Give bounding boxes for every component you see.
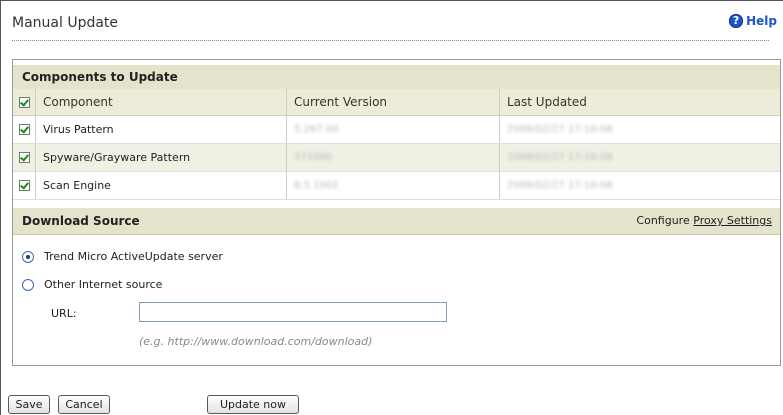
row-checkbox-cell bbox=[13, 172, 35, 199]
url-hint: (e.g. http://www.download.com/download) bbox=[139, 335, 373, 348]
row-checkbox-cell bbox=[13, 116, 35, 143]
select-all-checkbox[interactable] bbox=[18, 96, 30, 108]
other-source-label: Other Internet source bbox=[44, 278, 163, 291]
download-source-title: Download Source bbox=[22, 214, 140, 228]
column-header-component: Component bbox=[35, 89, 286, 115]
url-label: URL: bbox=[51, 307, 77, 320]
updated-value-blurred: 2008/02/27 17:16:08 bbox=[507, 180, 613, 191]
version-value-blurred: 371000 bbox=[294, 152, 333, 163]
window-top-border bbox=[0, 0, 783, 1]
row-checkbox-spyware-pattern[interactable] bbox=[18, 152, 30, 163]
version-value-blurred: 5.267.00 bbox=[294, 124, 339, 135]
components-section-title: Components to Update bbox=[22, 70, 178, 84]
help-label: Help bbox=[746, 14, 777, 28]
title-divider bbox=[12, 40, 769, 41]
page-title: Manual Update bbox=[12, 15, 119, 31]
last-updated: 2008/02/27 17:16:08 bbox=[499, 144, 780, 171]
window-left-border bbox=[0, 0, 1, 415]
activeupdate-option[interactable]: Trend Micro ActiveUpdate server bbox=[22, 250, 223, 263]
last-updated: 2008/02/27 17:16:08 bbox=[499, 172, 780, 199]
component-name: Virus Pattern bbox=[35, 116, 286, 143]
configure-proxy: Configure Proxy Settings bbox=[636, 214, 772, 227]
updated-value-blurred: 2008/02/27 17:16:08 bbox=[507, 152, 613, 163]
row-checkbox-scan-engine[interactable] bbox=[18, 180, 30, 191]
row-checkbox-cell bbox=[13, 144, 35, 171]
configure-prefix: Configure bbox=[636, 214, 690, 227]
column-header-last-updated: Last Updated bbox=[499, 89, 780, 115]
current-version: 371000 bbox=[286, 144, 499, 171]
last-updated: 2008/02/27 17:16:08 bbox=[499, 116, 780, 143]
table-row: Spyware/Grayware Pattern 371000 2008/02/… bbox=[13, 144, 780, 172]
table-row: Scan Engine 8.5.1002 2008/02/27 17:16:08 bbox=[13, 172, 780, 200]
current-version: 8.5.1002 bbox=[286, 172, 499, 199]
row-checkbox-virus-pattern[interactable] bbox=[18, 124, 30, 135]
url-input[interactable] bbox=[139, 302, 447, 322]
proxy-settings-link[interactable]: Proxy Settings bbox=[693, 214, 772, 227]
select-all-cell bbox=[13, 89, 35, 115]
help-link[interactable]: ? Help bbox=[729, 14, 777, 28]
components-table-header: Component Current Version Last Updated bbox=[13, 89, 780, 116]
current-version: 5.267.00 bbox=[286, 116, 499, 143]
manual-update-panel: Components to Update Component Current V… bbox=[12, 59, 781, 366]
component-name: Spyware/Grayware Pattern bbox=[35, 144, 286, 171]
updated-value-blurred: 2008/02/27 17:16:08 bbox=[507, 124, 613, 135]
column-header-current-version: Current Version bbox=[286, 89, 499, 115]
help-icon: ? bbox=[729, 14, 744, 28]
download-source-section-header: Download Source Configure Proxy Settings bbox=[13, 208, 780, 235]
component-name: Scan Engine bbox=[35, 172, 286, 199]
table-row: Virus Pattern 5.267.00 2008/02/27 17:16:… bbox=[13, 116, 780, 144]
components-section-header: Components to Update bbox=[13, 65, 780, 90]
save-button[interactable]: Save bbox=[8, 395, 50, 414]
activeupdate-radio[interactable] bbox=[22, 250, 34, 263]
update-now-button[interactable]: Update now bbox=[207, 395, 299, 414]
activeupdate-label: Trend Micro ActiveUpdate server bbox=[44, 250, 223, 263]
other-source-radio[interactable] bbox=[22, 278, 34, 291]
cancel-button[interactable]: Cancel bbox=[58, 395, 110, 414]
other-source-option[interactable]: Other Internet source bbox=[22, 278, 162, 291]
version-value-blurred: 8.5.1002 bbox=[294, 180, 339, 191]
